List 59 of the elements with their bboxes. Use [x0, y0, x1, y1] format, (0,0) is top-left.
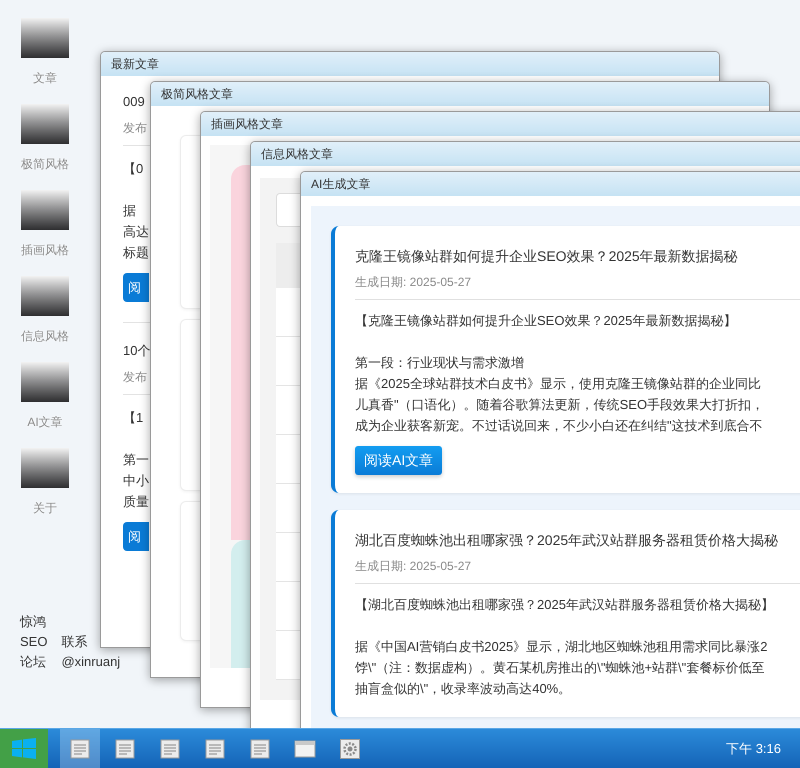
article-lead: 【0 — [123, 160, 144, 178]
article-text: 儿真香"（口语化）。随着谷歌算法更新，传统SEO手段效果大打折扣， — [355, 396, 766, 414]
article-lead: 【湖北百度蜘蛛池出租哪家强？2025年武汉站群服务器租赁价格大揭秘】 — [355, 596, 775, 614]
desktop-icon-label[interactable]: 插画风格 — [21, 241, 69, 259]
article-text: 据《中国AI营销白皮书2025》显示，湖北地区蜘蛛池租用需求同比暴涨2 — [355, 638, 768, 656]
window-title: 插画风格文章 — [211, 116, 283, 133]
desktop-icon-label[interactable]: 信息风格 — [21, 327, 69, 345]
window-title: 极简风格文章 — [161, 86, 233, 103]
desktop-icon-label[interactable]: 极简风格 — [21, 155, 69, 173]
windows-logo-icon — [12, 738, 36, 759]
article-lead: 【克隆王镜像站群如何提升企业SEO效果？2025年最新数据揭秘】 — [355, 312, 738, 330]
publish-meta: 发布 — [123, 120, 147, 137]
app-icon[interactable] — [21, 18, 69, 58]
app-icon[interactable] — [21, 362, 69, 402]
desktop-icon-label[interactable]: 文章 — [33, 69, 57, 87]
app-icon[interactable] — [21, 190, 69, 230]
document-icon — [205, 738, 225, 758]
article-text: 据 — [123, 202, 136, 220]
site-name: 惊鸿SEO论坛 — [20, 613, 48, 671]
browser-window-icon — [294, 740, 316, 758]
desktop-icon-label[interactable]: 关于 — [33, 499, 57, 517]
desktop-icon-label[interactable]: AI文章 — [27, 413, 63, 431]
article-title: 10个 — [123, 342, 150, 360]
article-text: 据《2025全球站群技术白皮书》显示，使用克隆王镜像站群的企业同比 — [355, 375, 762, 393]
generated-date: 生成日期: 2025-05-27 — [355, 274, 472, 290]
clock: 下午 3:16 — [726, 740, 781, 758]
publish-meta: 发布 — [123, 369, 147, 386]
app-icon[interactable] — [21, 448, 69, 488]
document-icon — [70, 738, 90, 758]
article-text: 抽盲盒似的\"，收录率波动高达40%。 — [355, 680, 572, 698]
read-button[interactable]: 阅 — [123, 273, 149, 302]
contact-text: 联系@xinruanj — [61, 633, 120, 671]
document-icon — [250, 738, 270, 758]
article-title: 009 — [123, 93, 145, 111]
article-text: 中小 — [123, 472, 149, 490]
window-title: 信息风格文章 — [261, 146, 333, 163]
search-field[interactable] — [276, 193, 300, 227]
article-title: 湖北百度蜘蛛池出租哪家强？2025年武汉站群服务器租赁价格大揭秘 — [355, 531, 780, 550]
generated-date: 生成日期: 2025-05-27 — [355, 558, 472, 574]
document-icon — [115, 738, 135, 758]
article-lead: 【1 — [123, 409, 144, 427]
taskbar-button[interactable] — [60, 729, 100, 768]
settings-icon — [340, 738, 360, 758]
article-text: 标题 — [123, 244, 149, 262]
app-icon[interactable] — [21, 104, 69, 144]
window-title: 最新文章 — [111, 56, 159, 73]
start-button[interactable] — [0, 729, 48, 768]
window-title: AI生成文章 — [311, 176, 370, 193]
article-text: 高达 — [123, 223, 149, 241]
article-text: 成为企业获客新宠。不过话说回来，不少小白还在纠结"这技术到底合不 — [355, 417, 764, 435]
article-text: 饽\"（注：数据虚构）。黄石某机房推出的\"蜘蛛池+站群\"套餐标价低至 — [355, 659, 766, 677]
article-text: 第一段：行业现状与需求激增 — [355, 354, 525, 372]
read-button[interactable]: 阅 — [123, 522, 149, 551]
app-icon[interactable] — [21, 276, 69, 316]
read-ai-article-button[interactable]: 阅读AI文章 — [355, 446, 442, 475]
article-title: 克隆王镜像站群如何提升企业SEO效果？2025年最新数据揭秘 — [355, 247, 739, 266]
article-text: 质量 — [123, 493, 149, 511]
article-text: 第一 — [123, 451, 149, 469]
document-icon — [160, 738, 180, 758]
